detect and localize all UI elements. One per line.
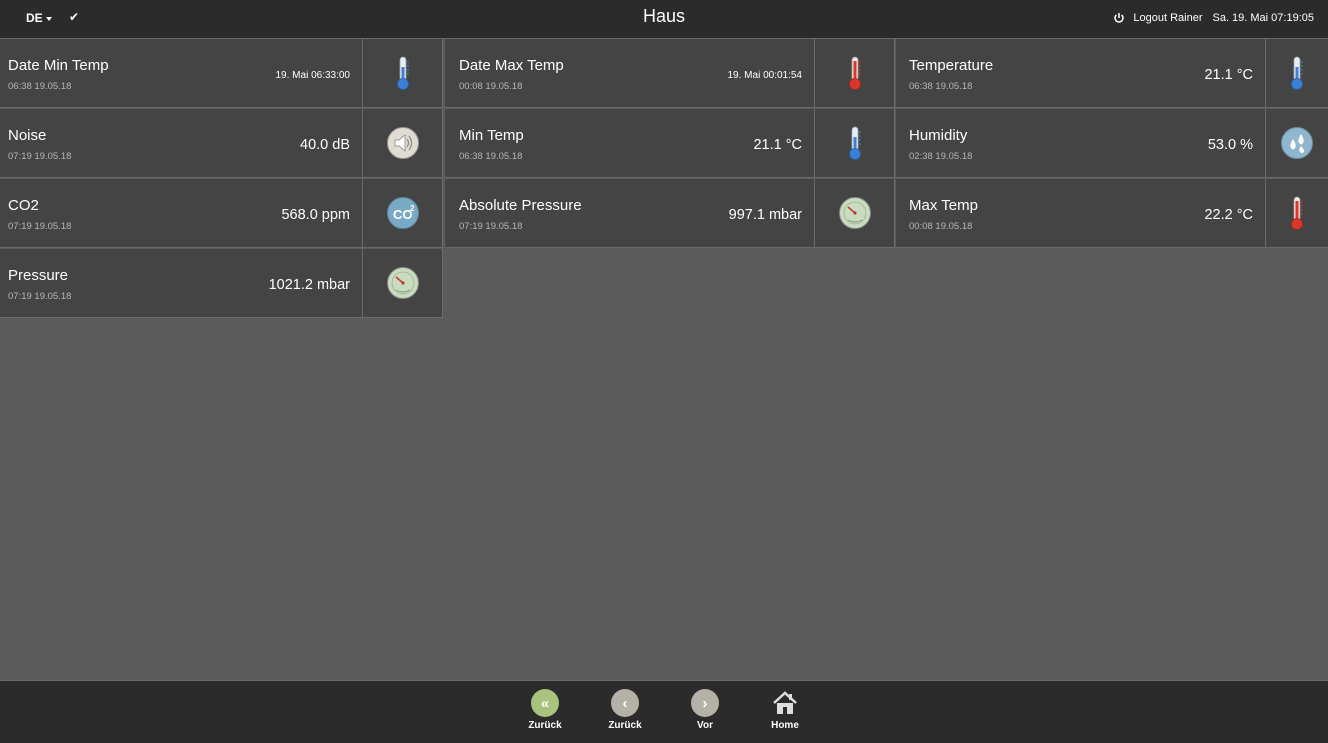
home-button[interactable]: Home	[755, 689, 815, 731]
nav-label: Vor	[697, 720, 713, 731]
thermometer-cold-icon	[1265, 39, 1328, 107]
tile-date-max-temp[interactable]: Date Max Temp 00:08 19.05.18 19. Mai 00:…	[445, 39, 895, 108]
tile-value: 40.0 dB	[300, 137, 350, 153]
top-bar: DE ✔ Haus Logout Rainer Sa. 19. Mai 07:1…	[0, 0, 1328, 39]
tile-name: Min Temp	[459, 127, 524, 144]
tile-name: CO2	[8, 197, 39, 214]
datetime: Sa. 19. Mai 07:19:05	[1212, 12, 1314, 24]
header-right: Logout Rainer Sa. 19. Mai 07:19:05	[1113, 12, 1314, 24]
tile-name: Absolute Pressure	[459, 197, 582, 214]
tile-date-min-temp[interactable]: Date Min Temp 06:38 19.05.18 19. Mai 06:…	[0, 39, 443, 108]
tile-time: 00:08 19.05.18	[909, 221, 973, 232]
tile-name: Max Temp	[909, 197, 978, 214]
tile-pressure[interactable]: Pressure 07:19 19.05.18 1021.2 mbar	[0, 249, 443, 318]
forward-button[interactable]: › Vor	[675, 689, 735, 731]
tile-time: 07:19 19.05.18	[459, 221, 523, 232]
tile-name: Humidity	[909, 127, 968, 144]
back-double-button[interactable]: « Zurück	[515, 689, 575, 731]
tile-time: 07:19 19.05.18	[8, 221, 72, 232]
co2-icon: CO 2	[362, 179, 442, 247]
power-icon[interactable]	[1113, 12, 1125, 24]
tile-name: Date Max Temp	[459, 57, 564, 74]
home-icon	[771, 689, 799, 717]
tile-value: 19. Mai 00:01:54	[727, 70, 803, 81]
thermometer-cold-icon	[814, 109, 894, 177]
logout-link[interactable]: Logout Rainer	[1133, 12, 1202, 24]
tile-value: 19. Mai 06:33:00	[275, 70, 351, 81]
tile-absolute-pressure[interactable]: Absolute Pressure 07:19 19.05.18 997.1 m…	[445, 179, 895, 248]
nav-label: Zurück	[528, 720, 562, 731]
tile-value: 997.1 mbar	[728, 207, 802, 223]
tile-name: Pressure	[8, 267, 69, 284]
tile-time: 02:38 19.05.18	[909, 151, 973, 162]
chevron-left-icon: ‹	[611, 689, 639, 717]
tile-co2[interactable]: CO2 07:19 19.05.18 568.0 ppm CO 2	[0, 179, 443, 248]
tile-time: 06:38 19.05.18	[909, 81, 973, 92]
tile-temperature[interactable]: Temperature 06:38 19.05.18 21.1 °C	[896, 39, 1328, 108]
tile-value: 568.0 ppm	[281, 207, 350, 223]
tile-name: Date Min Temp	[8, 57, 109, 74]
tile-value: 21.1 °C	[1204, 67, 1253, 83]
thermometer-hot-icon	[1265, 179, 1328, 247]
barometer-icon	[814, 179, 894, 247]
tile-time: 06:38 19.05.18	[459, 151, 523, 162]
tile-value: 21.1 °C	[753, 137, 802, 153]
thermometer-hot-icon	[814, 39, 894, 107]
thermometer-cold-icon	[362, 39, 442, 107]
tile-value: 53.0 %	[1207, 137, 1253, 153]
tile-noise[interactable]: Noise 07:19 19.05.18 40.0 dB	[0, 109, 443, 178]
tile-name: Temperature	[909, 57, 994, 74]
humidity-drops-icon	[1265, 109, 1328, 177]
double-chevron-left-icon: «	[531, 689, 559, 717]
nav-label: Home	[771, 720, 799, 731]
tile-value: 22.2 °C	[1204, 207, 1253, 223]
tile-max-temp[interactable]: Max Temp 00:08 19.05.18 22.2 °C	[896, 179, 1328, 248]
footer-nav: « Zurück ‹ Zurück › Vor Home	[0, 680, 1328, 743]
tile-time: 00:08 19.05.18	[459, 81, 523, 92]
back-button[interactable]: ‹ Zurück	[595, 689, 655, 731]
speaker-icon	[362, 109, 442, 177]
tile-min-temp[interactable]: Min Temp 06:38 19.05.18 21.1 °C	[445, 109, 895, 178]
chevron-right-icon: ›	[691, 689, 719, 717]
barometer-icon	[362, 249, 442, 317]
tile-humidity[interactable]: Humidity 02:38 19.05.18 53.0 %	[896, 109, 1328, 178]
tile-name: Noise	[8, 127, 47, 144]
nav-label: Zurück	[608, 720, 642, 731]
tile-time: 06:38 19.05.18	[8, 81, 72, 92]
tile-time: 07:19 19.05.18	[8, 291, 72, 302]
tile-value: 1021.2 mbar	[268, 277, 350, 293]
tile-time: 07:19 19.05.18	[8, 151, 72, 162]
svg-text:2: 2	[410, 204, 415, 213]
